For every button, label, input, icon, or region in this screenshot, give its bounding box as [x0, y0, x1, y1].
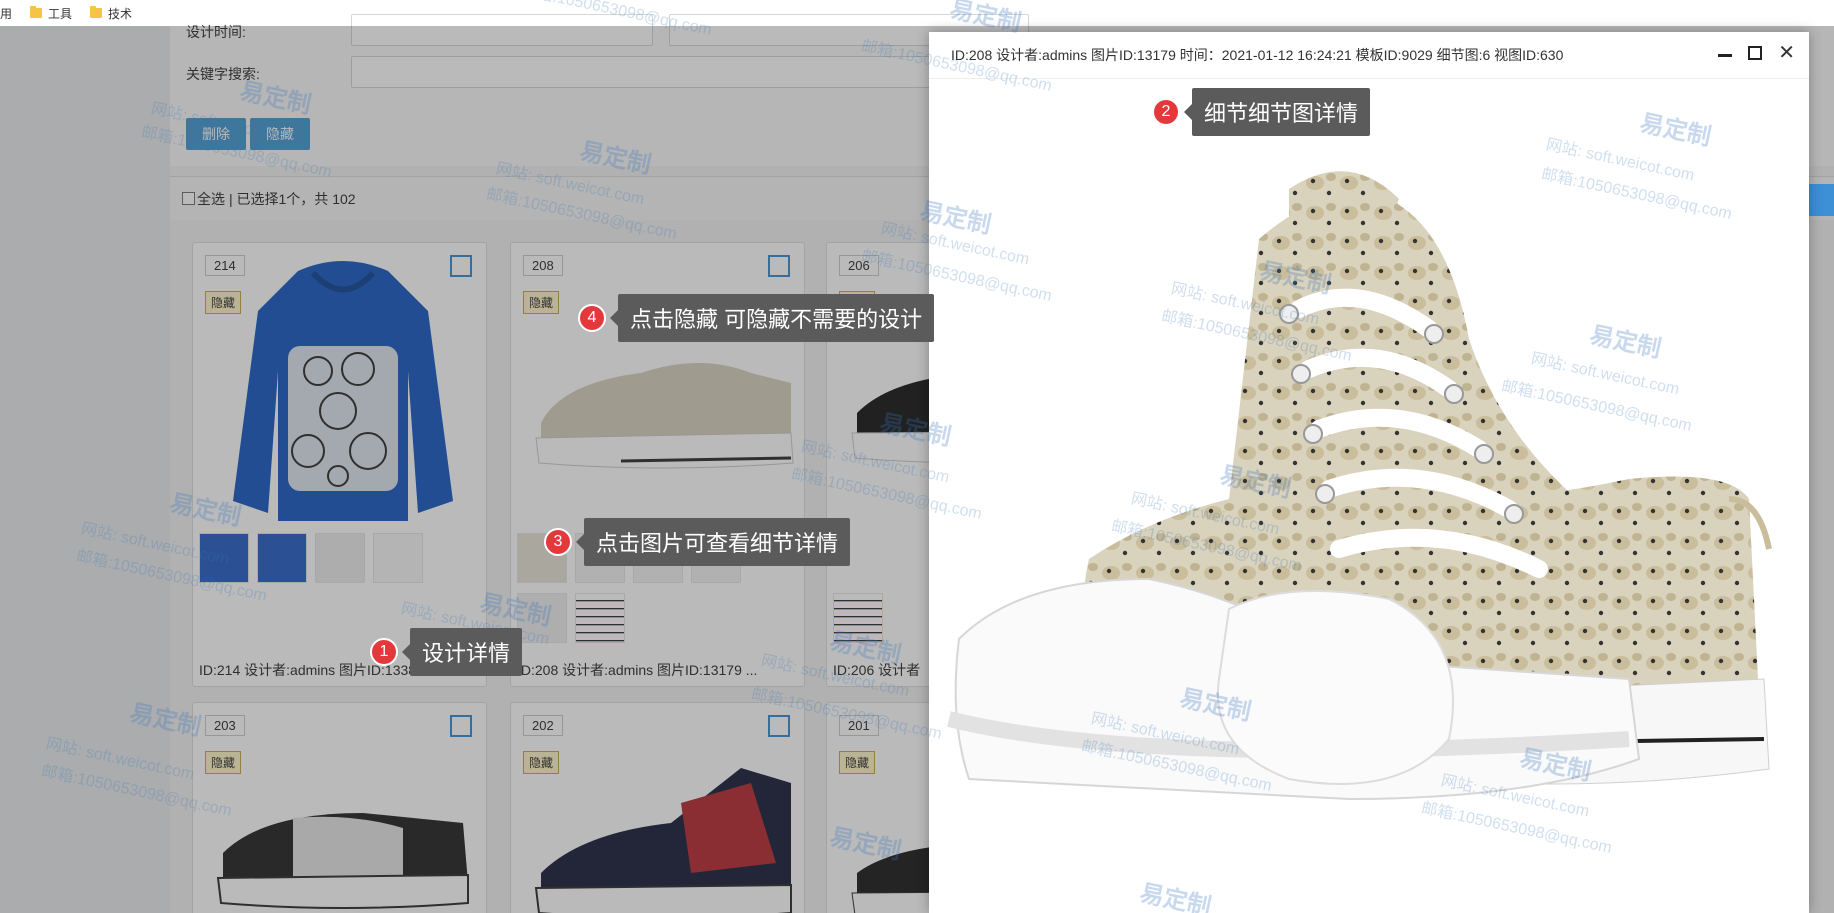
modal-title: ID:208 设计者:admins 图片ID:13179 时间：2021-01-… [951, 47, 1564, 63]
bookmark-item[interactable]: 用 [0, 5, 12, 22]
tip-label: 细节细节图详情 [1183, 88, 1371, 136]
bookmark-label: 工具 [48, 6, 73, 21]
bookmark-folder-tools[interactable]: 工具 [30, 5, 72, 22]
tip-label: 设计详情 [401, 628, 523, 676]
modal-controls: ✕ [1718, 43, 1795, 63]
tip-number-badge: 2 [1152, 98, 1180, 126]
close-icon[interactable]: ✕ [1778, 43, 1795, 63]
minimize-icon[interactable] [1718, 46, 1733, 60]
folder-icon [30, 6, 43, 18]
bookmark-label: 技术 [108, 6, 133, 21]
maximize-icon[interactable] [1748, 46, 1763, 60]
tip-number-badge: 4 [578, 304, 606, 332]
sneaker-detail-image[interactable] [929, 79, 1809, 913]
tip-number-badge: 1 [370, 638, 398, 666]
guide-tip-click-image: 3 点击图片可查看细节详情 [544, 518, 851, 566]
guide-tip-detail-images: 2 细节细节图详情 [1152, 88, 1371, 136]
modal-image-area[interactable] [929, 79, 1809, 913]
modal-header: ID:208 设计者:admins 图片ID:13179 时间：2021-01-… [929, 32, 1809, 79]
side-action-button[interactable] [1808, 184, 1834, 216]
guide-tip-hide-design: 4 点击隐藏 可隐藏不需要的设计 [578, 294, 935, 342]
tip-label: 点击图片可查看细节详情 [575, 518, 851, 566]
guide-tip-design-details: 1 设计详情 [370, 628, 523, 676]
bookmark-folder-tech[interactable]: 技术 [90, 5, 132, 22]
tip-number-badge: 3 [544, 528, 572, 556]
folder-icon [90, 6, 103, 18]
tip-label: 点击隐藏 可隐藏不需要的设计 [609, 294, 935, 342]
bookmark-label: 用 [0, 6, 13, 21]
detail-modal: ID:208 设计者:admins 图片ID:13179 时间：2021-01-… [929, 32, 1809, 913]
